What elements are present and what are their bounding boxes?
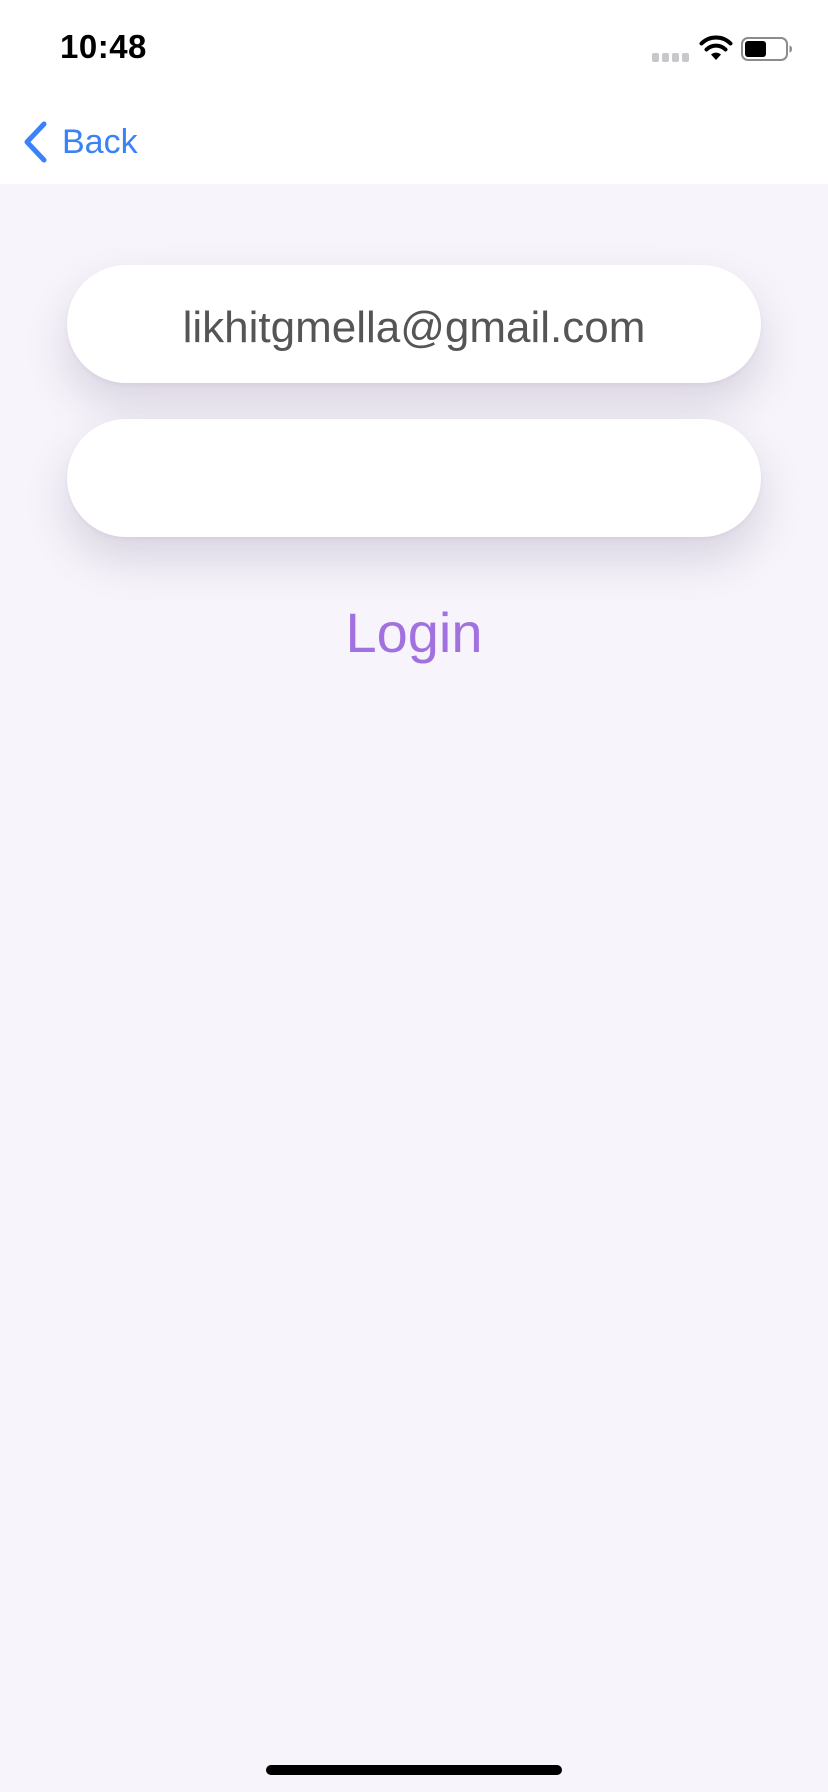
battery-icon — [741, 37, 792, 61]
status-bar: 10:48 — [0, 0, 828, 90]
wifi-icon — [699, 35, 733, 60]
password-field[interactable] — [67, 419, 761, 537]
navigation-bar: Back — [0, 90, 828, 184]
cellular-signal-icon — [652, 53, 690, 63]
back-label: Back — [62, 122, 138, 161]
email-field[interactable] — [67, 265, 761, 383]
login-button[interactable]: Login — [0, 600, 828, 665]
password-field-container — [67, 419, 761, 537]
email-field-container — [67, 265, 761, 383]
status-time: 10:48 — [60, 28, 147, 65]
chevron-left-icon — [24, 121, 47, 163]
back-button[interactable]: Back — [22, 120, 138, 164]
home-indicator — [266, 1765, 562, 1775]
